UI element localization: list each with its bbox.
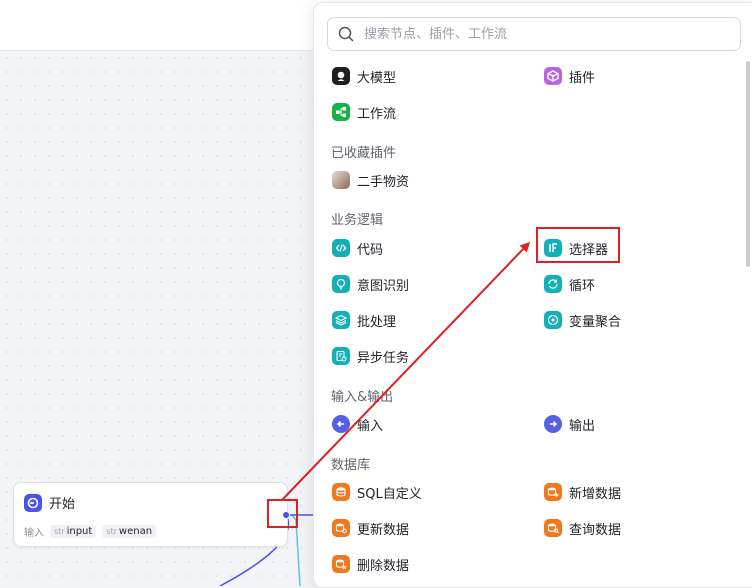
llm-icon <box>332 67 350 85</box>
menu-item-label: 插件 <box>569 70 596 86</box>
menu-item-label: 代码 <box>357 242 384 258</box>
start-node-title: 开始 <box>49 497 76 512</box>
search-input[interactable] <box>362 25 716 43</box>
param-tag: str input <box>50 525 97 538</box>
async-task-icon <box>332 347 350 365</box>
output-arrow-icon <box>544 415 562 433</box>
menu-item-label: 输出 <box>569 418 596 434</box>
start-node-icon <box>24 493 42 512</box>
param-name: input <box>66 526 93 537</box>
menu-item-input[interactable]: 输入 <box>332 413 383 435</box>
menu-item-sql[interactable]: SQL自定义 <box>332 481 422 503</box>
menu-item-output[interactable]: 输出 <box>544 413 595 435</box>
avatar-thumbnail <box>332 171 350 189</box>
menu-item-db-add[interactable]: 新增数据 <box>544 481 621 503</box>
intent-bulb-icon <box>332 275 350 293</box>
menu-item-label: SQL自定义 <box>357 486 422 502</box>
database-add-icon <box>544 483 562 501</box>
popup-scrollbar[interactable] <box>746 61 750 267</box>
menu-item-intent[interactable]: 意图识别 <box>332 273 409 295</box>
port-highlight-box <box>267 499 298 528</box>
start-node-input-label: 输入 <box>24 528 44 539</box>
menu-item-batch[interactable]: 批处理 <box>332 309 396 331</box>
database-query-icon <box>544 519 562 537</box>
search-box[interactable] <box>327 17 741 51</box>
section-title-io: 输入&输出 <box>331 390 394 405</box>
menu-item-label: 新增数据 <box>569 486 622 502</box>
database-update-icon <box>332 519 350 537</box>
search-icon <box>338 26 354 42</box>
database-icon <box>332 483 350 501</box>
param-type: str <box>106 527 117 536</box>
menu-item-favorite-plugin[interactable]: 二手物资 <box>332 169 409 191</box>
section-title-logic: 业务逻辑 <box>331 213 384 228</box>
menu-item-label: 异步任务 <box>357 350 410 366</box>
param-tag: str wenan <box>102 525 157 538</box>
menu-item-label: 批处理 <box>357 314 397 330</box>
aggregate-icon <box>544 311 562 329</box>
section-title-database: 数据库 <box>331 458 371 473</box>
node-picker-popup: 大模型 插件 工作流 已收藏插件 二手物资 业务逻辑 代码 选择器 意图识别 循… <box>313 2 752 588</box>
menu-item-db-query[interactable]: 查询数据 <box>544 517 621 539</box>
start-node[interactable]: 开始 输入 str input str wenan <box>13 482 288 547</box>
param-name: wenan <box>118 526 153 537</box>
menu-item-label: 大模型 <box>357 70 397 86</box>
menu-item-label: 更新数据 <box>357 522 410 538</box>
selector-highlight-box <box>536 227 620 263</box>
section-title-favorites: 已收藏插件 <box>331 146 397 161</box>
menu-item-label: 输入 <box>357 418 384 434</box>
menu-item-db-update[interactable]: 更新数据 <box>332 517 409 539</box>
database-delete-icon <box>332 555 350 573</box>
menu-item-label: 循环 <box>569 278 596 294</box>
menu-item-label: 查询数据 <box>569 522 622 538</box>
menu-item-label: 工作流 <box>357 106 397 122</box>
code-icon <box>332 239 350 257</box>
menu-item-db-delete[interactable]: 删除数据 <box>332 553 409 575</box>
menu-item-llm[interactable]: 大模型 <box>332 65 396 87</box>
menu-item-plugin[interactable]: 插件 <box>544 65 595 87</box>
menu-item-code[interactable]: 代码 <box>332 237 383 259</box>
loop-icon <box>544 275 562 293</box>
workflow-icon <box>332 103 350 121</box>
menu-item-label: 变量聚合 <box>569 314 622 330</box>
menu-item-label: 二手物资 <box>357 174 410 190</box>
plugin-cube-icon <box>544 67 562 85</box>
input-arrow-icon <box>332 415 350 433</box>
param-type: str <box>54 527 65 536</box>
menu-item-workflow[interactable]: 工作流 <box>332 101 396 123</box>
menu-item-label: 意图识别 <box>357 278 410 294</box>
menu-item-async-task[interactable]: 异步任务 <box>332 345 409 367</box>
menu-item-label: 删除数据 <box>357 558 410 574</box>
menu-item-aggregate[interactable]: 变量聚合 <box>544 309 621 331</box>
batch-layers-icon <box>332 311 350 329</box>
menu-item-loop[interactable]: 循环 <box>544 273 595 295</box>
